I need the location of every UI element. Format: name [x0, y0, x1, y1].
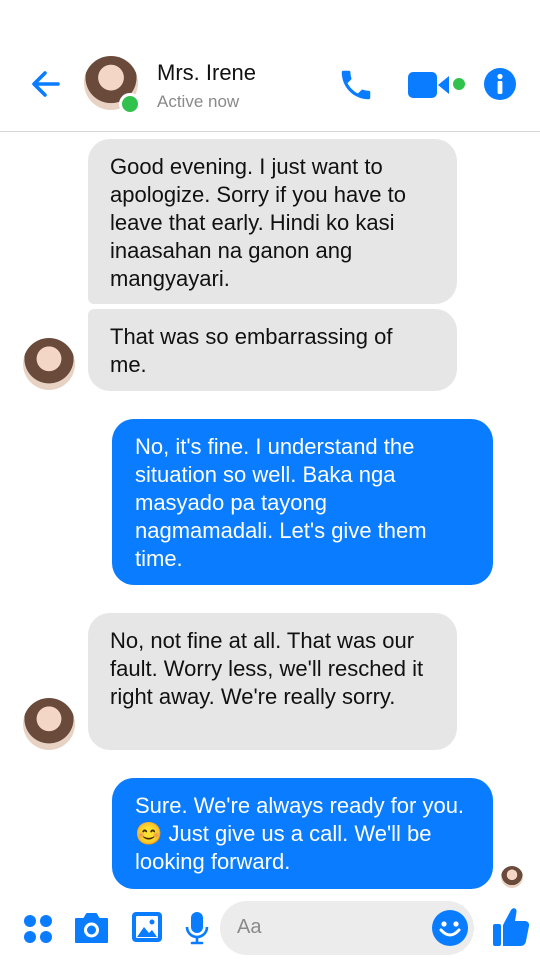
microphone-icon[interactable] [185, 910, 209, 946]
seen-receipt-avatar [501, 866, 523, 888]
incoming-message[interactable]: That was so embarrassing of me. [88, 309, 457, 391]
info-icon[interactable] [483, 67, 517, 101]
more-apps-icon[interactable] [23, 914, 53, 944]
sender-avatar[interactable] [23, 698, 75, 750]
back-arrow-icon[interactable] [28, 66, 64, 102]
video-camera-icon[interactable] [407, 70, 467, 100]
online-status-dot [119, 93, 141, 115]
incoming-message[interactable]: No, not fine at all. That was our fault.… [88, 613, 457, 750]
thumbs-up-icon[interactable] [492, 906, 530, 948]
contact-name[interactable]: Mrs. Irene [157, 60, 256, 86]
sender-avatar[interactable] [23, 338, 75, 390]
message-input-placeholder: Aa [237, 916, 262, 938]
outgoing-message[interactable]: No, it's fine. I understand the situatio… [112, 419, 493, 585]
gallery-icon[interactable] [130, 910, 164, 944]
camera-icon[interactable] [73, 911, 110, 944]
emoji-icon[interactable] [431, 909, 469, 947]
active-status: Active now [157, 92, 240, 111]
incoming-message[interactable]: Good evening. I just want to apologize. … [88, 139, 457, 304]
chat-header: Mrs. Irene Active now [0, 0, 540, 132]
outgoing-message[interactable]: Sure. We're always ready for you. 😊 Just… [112, 778, 493, 889]
phone-icon[interactable] [337, 66, 375, 104]
